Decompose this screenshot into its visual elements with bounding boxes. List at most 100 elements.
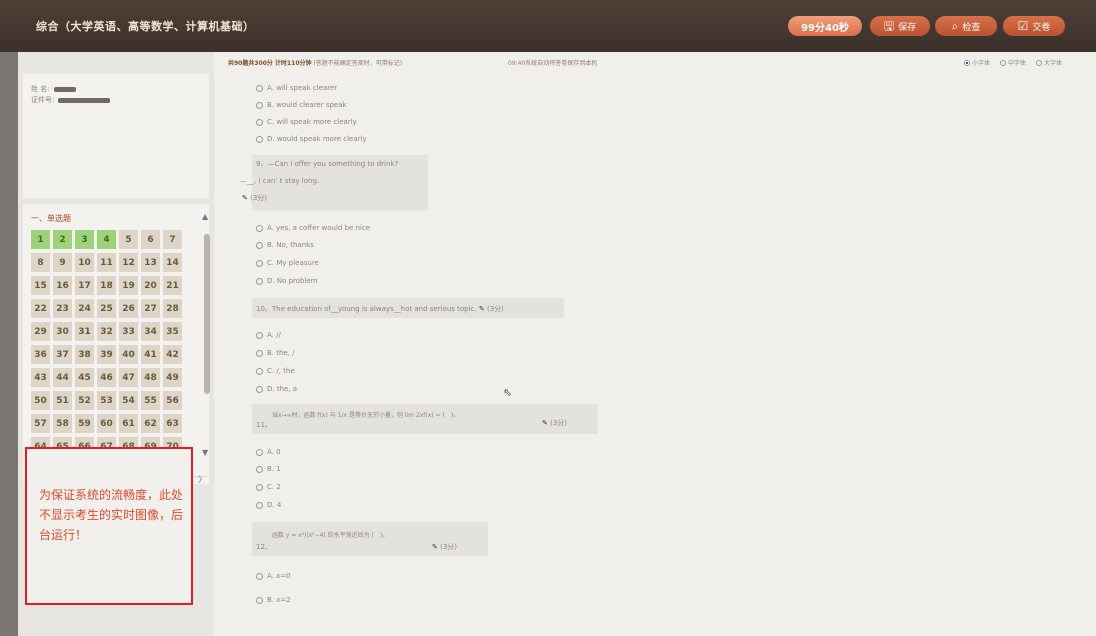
question-number-cell[interactable]: 26	[119, 299, 138, 318]
question-number-cell[interactable]: 39	[97, 345, 116, 364]
question-number-cell[interactable]: 2	[53, 230, 72, 249]
q10-option-d[interactable]: D. the, a	[256, 385, 297, 393]
question-number-cell[interactable]: 32	[97, 322, 116, 341]
question-number-cell[interactable]: 10	[75, 253, 94, 272]
q8-option-d[interactable]: D. would speak more clearly	[256, 135, 367, 143]
question-number-cell[interactable]: 49	[163, 368, 182, 387]
mark-icon[interactable]: ✎	[242, 194, 248, 202]
mark-icon[interactable]: ✎	[542, 419, 548, 427]
question-number-cell[interactable]: 60	[97, 414, 116, 433]
question-number-cell[interactable]: 58	[53, 414, 72, 433]
question-number-grid: 1 2 3 4 5 6 7 8 9 10 11 12 13 14 15 16 17 18 19 20 21 22 23 24 2…	[31, 230, 182, 456]
question-number-cell[interactable]: 17	[75, 276, 94, 295]
question-number-cell[interactable]: 37	[53, 345, 72, 364]
q9-option-b[interactable]: B. No, thanks	[256, 241, 314, 249]
scrollbar-thumb[interactable]	[204, 234, 210, 394]
font-small-option[interactable]: 小字体	[964, 58, 990, 67]
question-number-cell[interactable]: 41	[141, 345, 160, 364]
question-number-cell[interactable]: 23	[53, 299, 72, 318]
font-medium-option[interactable]: 中字体	[1000, 58, 1026, 67]
check-button[interactable]: ⌕ 检查	[935, 16, 997, 36]
question-number-cell[interactable]: 61	[119, 414, 138, 433]
question-number-cell[interactable]: 51	[53, 391, 72, 410]
question-number-cell[interactable]: 40	[119, 345, 138, 364]
question-number-cell[interactable]: 14	[163, 253, 182, 272]
mark-icon[interactable]: ✎	[479, 305, 485, 313]
question-number-cell[interactable]: 25	[97, 299, 116, 318]
submit-button[interactable]: ☑ 交卷	[1003, 16, 1065, 36]
question-number-cell[interactable]: 30	[53, 322, 72, 341]
q10-option-c[interactable]: C. /, the	[256, 367, 295, 375]
question-number-cell[interactable]: 21	[163, 276, 182, 295]
q12-number: 12、	[256, 543, 272, 551]
q10-option-a[interactable]: A. //	[256, 331, 281, 339]
question-number-cell[interactable]: 38	[75, 345, 94, 364]
question-number-cell[interactable]: 16	[53, 276, 72, 295]
question-number-cell[interactable]: 43	[31, 368, 50, 387]
question-number-cell[interactable]: 15	[31, 276, 50, 295]
submit-label: 交卷	[1032, 22, 1051, 33]
q12-option-b[interactable]: B. x=2	[256, 596, 291, 604]
q9-option-c[interactable]: C. My pleasure	[256, 259, 319, 267]
mark-icon[interactable]: ✎	[432, 543, 438, 551]
scroll-down-icon[interactable]: ▼	[202, 448, 208, 457]
question-number-cell[interactable]: 13	[141, 253, 160, 272]
question-number-cell[interactable]: 35	[163, 322, 182, 341]
vertical-scrollbar[interactable]	[204, 224, 210, 474]
question-number-cell[interactable]: 53	[97, 391, 116, 410]
question-number-cell[interactable]: 52	[75, 391, 94, 410]
question-number-cell[interactable]: 48	[141, 368, 160, 387]
question-number-cell[interactable]: 62	[141, 414, 160, 433]
question-number-cell[interactable]: 50	[31, 391, 50, 410]
q8-option-a[interactable]: A. will speak clearer	[256, 84, 337, 92]
question-number-cell[interactable]: 27	[141, 299, 160, 318]
question-number-cell[interactable]: 3	[75, 230, 94, 249]
question-number-cell[interactable]: 6	[141, 230, 160, 249]
question-number-cell[interactable]: 44	[53, 368, 72, 387]
q8-option-c[interactable]: C. will speak more clearly	[256, 118, 357, 126]
question-number-cell[interactable]: 8	[31, 253, 50, 272]
question-number-cell[interactable]: 34	[141, 322, 160, 341]
q12-option-a[interactable]: A. x=0	[256, 572, 291, 580]
question-number-cell[interactable]: 11	[97, 253, 116, 272]
question-number-cell[interactable]: 42	[163, 345, 182, 364]
question-number-cell[interactable]: 33	[119, 322, 138, 341]
scroll-right-icon[interactable]: ❯	[197, 475, 203, 483]
font-large-option[interactable]: 大字体	[1036, 58, 1062, 67]
question-number-cell[interactable]: 59	[75, 414, 94, 433]
question-number-cell[interactable]: 63	[163, 414, 182, 433]
q11-option-d[interactable]: D. 4	[256, 501, 281, 509]
question-number-cell[interactable]: 55	[141, 391, 160, 410]
question-number-cell[interactable]: 46	[97, 368, 116, 387]
question-number-cell[interactable]: 4	[97, 230, 116, 249]
question-number-cell[interactable]: 57	[31, 414, 50, 433]
question-number-cell[interactable]: 7	[163, 230, 182, 249]
question-number-cell[interactable]: 28	[163, 299, 182, 318]
exam-summary: 共90题共300分 计时110分钟 (答题不能确定答案时，可用标记)	[228, 60, 403, 67]
question-number-cell[interactable]: 9	[53, 253, 72, 272]
question-number-cell[interactable]: 45	[75, 368, 94, 387]
q11-option-a[interactable]: A. 0	[256, 448, 281, 456]
question-number-cell[interactable]: 36	[31, 345, 50, 364]
question-number-cell[interactable]: 12	[119, 253, 138, 272]
question-number-cell[interactable]: 19	[119, 276, 138, 295]
question-number-cell[interactable]: 24	[75, 299, 94, 318]
scroll-up-icon[interactable]: ▲	[202, 212, 208, 221]
q11-option-c[interactable]: C. 2	[256, 483, 281, 491]
question-number-cell[interactable]: 18	[97, 276, 116, 295]
q9-option-a[interactable]: A. yes, a coffer would be nice	[256, 224, 370, 232]
question-number-cell[interactable]: 5	[119, 230, 138, 249]
question-number-cell[interactable]: 20	[141, 276, 160, 295]
question-number-cell[interactable]: 22	[31, 299, 50, 318]
question-number-cell[interactable]: 29	[31, 322, 50, 341]
question-number-cell[interactable]: 54	[119, 391, 138, 410]
q10-option-b[interactable]: B. the, /	[256, 349, 295, 357]
question-number-cell[interactable]: 56	[163, 391, 182, 410]
q11-option-b[interactable]: B. 1	[256, 465, 281, 473]
save-button[interactable]: 🖫 保存	[870, 16, 930, 36]
question-number-cell[interactable]: 47	[119, 368, 138, 387]
q9-option-d[interactable]: D. No problem	[256, 277, 318, 285]
q8-option-b[interactable]: B. would clearer speak	[256, 101, 347, 109]
question-number-cell[interactable]: 1	[31, 230, 50, 249]
question-number-cell[interactable]: 31	[75, 322, 94, 341]
